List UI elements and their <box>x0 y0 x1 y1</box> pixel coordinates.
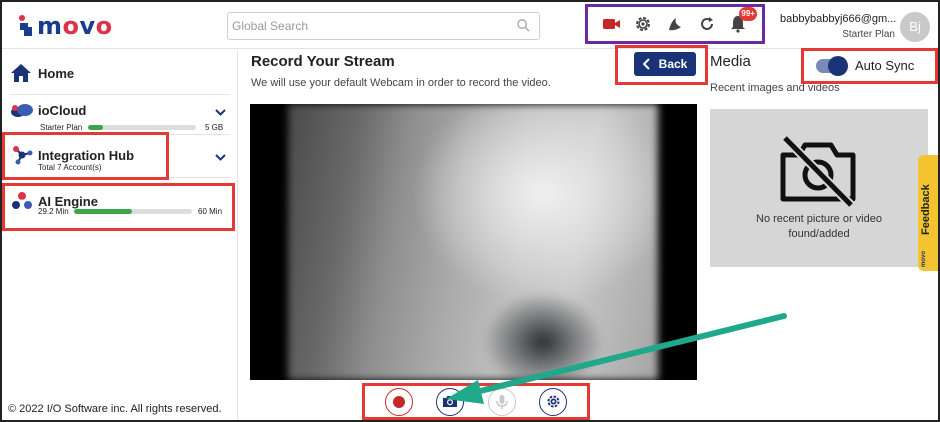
page-title: Record Your Stream <box>251 53 395 70</box>
user-email[interactable]: babbybabbyj666@gm... <box>780 13 896 25</box>
chevron-down-icon[interactable] <box>215 154 226 161</box>
recording-controls <box>362 383 590 420</box>
global-search-input[interactable] <box>232 14 512 38</box>
sidebar-item-iocloud[interactable]: ioCloud Starter Plan 5 GB <box>2 102 238 132</box>
logo-text-v: v <box>79 12 96 40</box>
user-plan: Starter Plan <box>842 29 895 40</box>
sidebar-divider <box>10 177 230 178</box>
camera-off-icon <box>780 135 856 207</box>
media-subtitle: Recent images and videos <box>710 82 840 94</box>
header-toolbar: 99+ <box>585 4 765 44</box>
cloud-icon <box>11 104 33 117</box>
iocloud-storage-fill <box>88 125 104 130</box>
sidebar-divider <box>10 94 230 95</box>
sidebar-item-iocloud-label: ioCloud <box>38 102 87 118</box>
feedback-label: Feedback <box>920 184 932 235</box>
chevron-down-icon[interactable] <box>215 109 226 116</box>
ai-engine-usage-fill <box>74 209 132 214</box>
auto-sync-label: Auto Sync <box>855 58 915 73</box>
iocloud-plan: Starter Plan <box>40 123 83 132</box>
webcam-feed <box>288 104 658 380</box>
bell-icon[interactable]: 99+ <box>727 7 758 35</box>
sidebar-item-ai-engine[interactable]: AI Engine 29.2 Min 60 Min <box>2 190 238 216</box>
sidebar-item-integration-hub-label: Integration Hub <box>38 147 135 163</box>
ai-engine-total: 60 Min <box>198 207 223 216</box>
gear-icon[interactable] <box>632 13 654 35</box>
camera-icon <box>443 396 458 407</box>
back-button-label: Back <box>658 57 688 71</box>
ai-engine-used: 29.2 Min <box>38 207 69 216</box>
integration-hub-accounts: Total 7 Account(s) <box>38 163 102 172</box>
feedback-logo: movo <box>921 250 927 267</box>
sidebar: Home ioCloud Starter Plan 5 GB Integrati… <box>2 50 238 420</box>
microphone-button[interactable] <box>487 387 516 416</box>
sidebar-item-home[interactable]: Home <box>10 63 230 83</box>
recording-settings-button[interactable] <box>539 387 568 416</box>
logo-text-m: m <box>37 12 63 40</box>
copyright-footer: © 2022 I/O Software inc. All rights rese… <box>8 403 222 415</box>
avatar[interactable]: Bj <box>900 12 930 42</box>
media-title: Media <box>710 53 751 70</box>
recent-media-panel: No recent picture or video found/added <box>710 109 928 267</box>
capture-photo-button[interactable] <box>436 387 465 416</box>
home-icon <box>11 64 31 82</box>
ai-engine-icon <box>12 192 32 209</box>
record-icon <box>392 395 405 408</box>
page-subtitle: We will use your default Webcam in order… <box>251 77 551 89</box>
iocloud-storage-bar <box>88 125 196 130</box>
iocloud-storage-total: 5 GB <box>205 123 224 132</box>
theme-icon[interactable] <box>664 13 686 35</box>
top-header: movo 99+ babbybabbyj666@gm... Starter Pl… <box>2 2 938 49</box>
search-icon[interactable] <box>516 18 531 33</box>
toggle-knob <box>828 55 848 76</box>
refresh-icon[interactable] <box>696 13 718 35</box>
movo-logo[interactable]: movo <box>16 12 113 40</box>
sidebar-divider <box>10 134 230 135</box>
back-button[interactable]: Back <box>634 52 696 76</box>
feedback-tab[interactable]: Feedback movo <box>918 155 938 271</box>
ai-engine-usage-bar <box>74 209 192 214</box>
integration-hub-icon <box>13 146 33 165</box>
sidebar-item-home-label: Home <box>38 65 75 81</box>
global-search <box>227 12 540 40</box>
empty-media-text: No recent picture or video found/added <box>756 213 882 240</box>
gear-icon <box>547 395 560 408</box>
logo-mark-icon <box>19 15 32 36</box>
logo-text-o-end: o <box>95 12 113 40</box>
record-button[interactable] <box>384 387 413 416</box>
microphone-icon <box>496 394 508 409</box>
auto-sync: Auto Sync <box>816 55 915 76</box>
webcam-preview <box>250 104 697 380</box>
video-camera-icon[interactable] <box>601 13 623 35</box>
logo-text-o: o <box>62 12 80 40</box>
sidebar-item-integration-hub[interactable]: Integration Hub Total 7 Account(s) <box>2 144 238 172</box>
auto-sync-toggle[interactable] <box>816 55 848 76</box>
notification-badge: 99+ <box>739 7 758 21</box>
chevron-left-icon <box>642 58 650 70</box>
